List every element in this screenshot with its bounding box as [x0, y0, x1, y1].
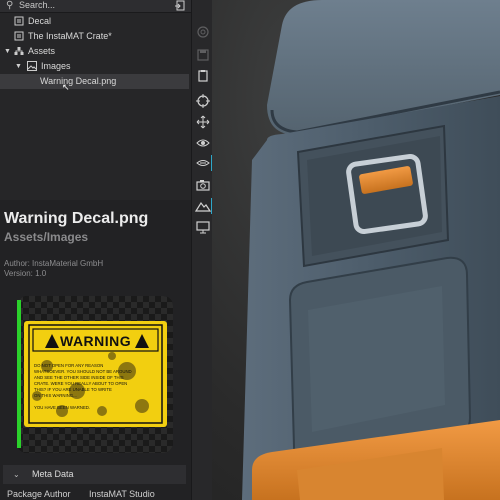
tree-item-label: Images [41, 61, 71, 71]
graph-icon [14, 31, 24, 41]
asset-path: Assets/Images [4, 230, 89, 244]
tree-item-crate[interactable]: The InstaMAT Crate* [0, 29, 189, 44]
search-icon: ⚲ [6, 0, 14, 11]
tree-item-label: Assets [28, 46, 56, 56]
tree-item-label: Decal [28, 16, 52, 26]
decal-body-5: ON THIS WARNING... [34, 393, 77, 398]
target-icon[interactable] [195, 93, 211, 109]
asset-title: Warning Decal.png [4, 210, 149, 227]
chevron-down-icon[interactable]: ⌄ [13, 465, 20, 484]
chevron-down-icon[interactable]: ▼ [15, 59, 22, 74]
hierarchy-icon [14, 47, 24, 55]
decal-body-6: YOU HAVE BEEN WARNED. [34, 405, 91, 410]
save-icon[interactable] [195, 47, 211, 63]
image-icon [27, 61, 37, 71]
asset-browser-panel: ⚲ Search... Decal The InstaMAT Crate* ▼ … [0, 0, 191, 500]
metadata-key: Package Author [7, 489, 71, 499]
globe-icon[interactable] [195, 24, 211, 40]
export-icon[interactable] [174, 0, 186, 11]
decal-body-0: DO NOT OPEN FOR ANY REASON [34, 363, 104, 368]
tree-item-images[interactable]: ▼ Images [0, 59, 189, 74]
asset-thumbnail: WARNING DO NOT OPEN FOR ANY REASON WHATS… [17, 296, 173, 453]
crate-render [242, 0, 500, 500]
tree-item-warning-decal[interactable]: Warning Decal.png ↖ [0, 74, 189, 92]
display-icon[interactable] [195, 219, 211, 235]
decal-heading: WARNING [60, 333, 132, 349]
tree-item-label: The InstaMAT Crate* [28, 31, 112, 41]
tree-item-assets[interactable]: ▼ Assets [0, 44, 189, 59]
selection-indicator [17, 300, 21, 448]
clipboard-icon[interactable] [195, 68, 211, 84]
decal-body-3: CRATE. WERE YOU REALLY ABOUT TO OPEN [34, 381, 128, 386]
3d-viewport[interactable] [212, 0, 500, 500]
tree-item-label: Warning Decal.png [40, 76, 117, 86]
decal-body-1: WHATSOEVER. YOU SHOULD NOT BE AROUND [34, 369, 132, 374]
search-input[interactable]: Search... [19, 0, 55, 11]
camera-icon[interactable] [195, 177, 211, 193]
chevron-down-icon[interactable]: ▼ [4, 44, 11, 59]
cursor-icon: ↖ [62, 82, 70, 92]
decal-body-4: THIS? IF YOU ARE UNABLE TO WRITE [34, 387, 112, 392]
viewport-toolbar [191, 0, 213, 500]
metadata-header-label: Meta Data [32, 469, 74, 479]
search-bar[interactable]: ⚲ Search... [0, 0, 191, 13]
asset-version: Version: 1.0 [4, 269, 47, 278]
eye-scan-icon[interactable] [195, 135, 211, 151]
metadata-section-header[interactable]: ⌄ Meta Data [3, 465, 186, 484]
metadata-value: InstaMAT Studio [89, 489, 155, 499]
tree-item-decal[interactable]: Decal [0, 14, 189, 29]
scene-visibility-icon[interactable] [195, 155, 213, 171]
terrain-icon[interactable] [194, 198, 213, 214]
decal-body-2: AND SEE THE OTHER SIDE INSIDE OF THIS [34, 375, 124, 380]
graph-icon [14, 16, 24, 26]
move-icon[interactable] [195, 114, 211, 130]
asset-author: Author: InstaMaterial GmbH [4, 259, 104, 268]
